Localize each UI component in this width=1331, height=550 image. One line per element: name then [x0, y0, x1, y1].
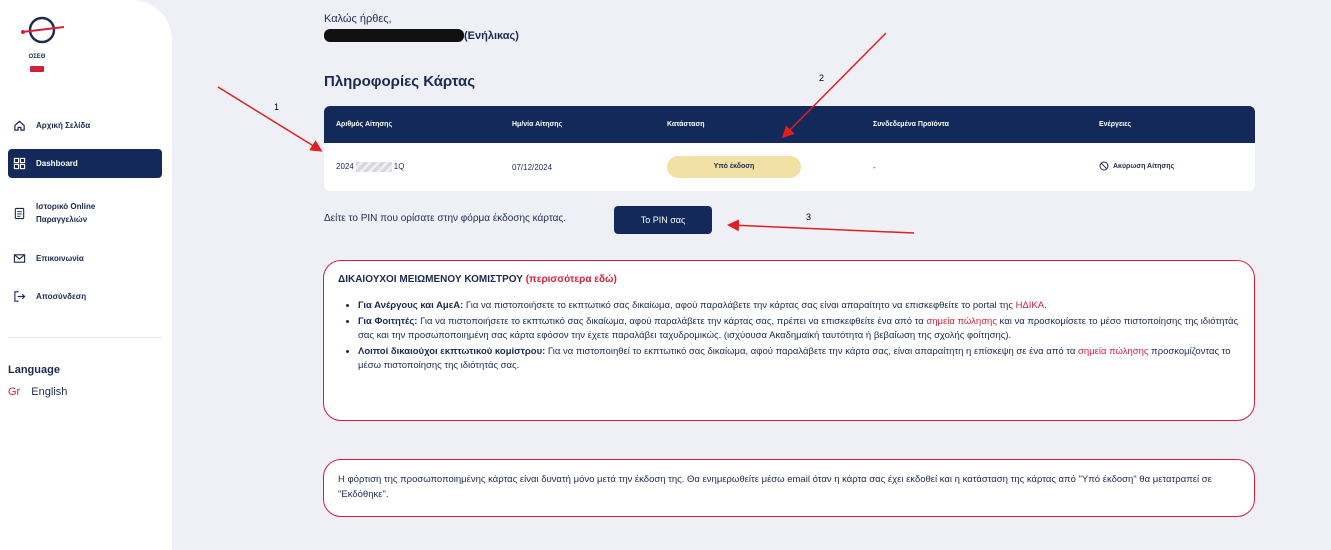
arrow-1 [217, 86, 323, 152]
annotation-label: 1 [274, 102, 280, 112]
annotation-arrows [217, 32, 915, 234]
arrow-3 [727, 219, 915, 234]
annotation-label: 2 [819, 73, 825, 83]
annotation-label: 3 [806, 212, 812, 222]
arrow-2 [781, 32, 887, 139]
